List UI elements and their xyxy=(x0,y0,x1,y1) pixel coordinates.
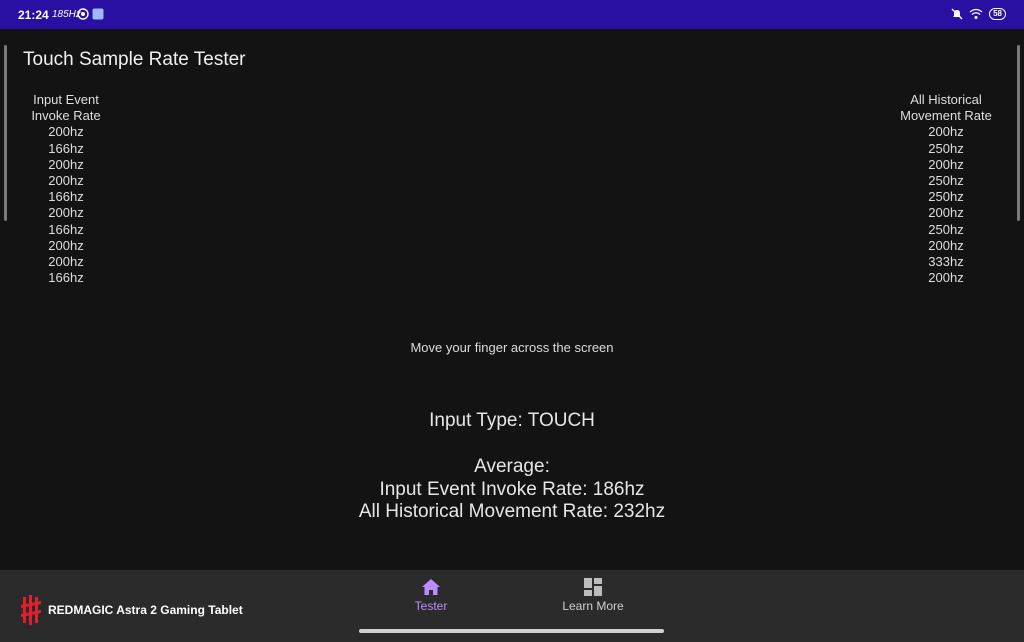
movement-rate-column: All Historical Movement Rate 200hz 250hz… xyxy=(893,92,999,286)
home-icon xyxy=(422,579,440,595)
mute-icon xyxy=(951,8,963,20)
average-movement-rate: All Historical Movement Rate: 232hz xyxy=(358,501,666,522)
movement-rate-header-line2: Movement Rate xyxy=(900,108,992,124)
nav-learn-more[interactable]: Learn More xyxy=(533,578,653,613)
page-title: Touch Sample Rate Tester xyxy=(23,49,246,70)
left-scrollbar[interactable] xyxy=(4,45,7,221)
list-item: 200hz xyxy=(48,237,84,253)
gesture-home-bar[interactable] xyxy=(359,629,664,633)
redmagic-logo-icon xyxy=(21,595,41,625)
movement-rate-header-line1: All Historical xyxy=(910,92,982,107)
average-invoke-rate: Input Event Invoke Rate: 186hz xyxy=(379,479,645,500)
list-item: 200hz xyxy=(48,173,84,189)
status-bar: 21:24 185Hz 58 xyxy=(0,0,1024,29)
list-item: 200hz xyxy=(48,124,84,140)
app-notification-icon xyxy=(92,8,104,20)
list-item: 250hz xyxy=(928,140,964,156)
input-type-label: Input Type: TOUCH xyxy=(429,410,595,431)
brand-watermark: REDMAGIC Astra 2 Gaming Tablet xyxy=(20,595,243,625)
list-item: 333hz xyxy=(928,254,964,270)
list-item: 200hz xyxy=(928,237,964,253)
average-heading: Average: xyxy=(474,456,550,477)
nav-learn-more-label: Learn More xyxy=(562,599,624,613)
status-time: 21:24 xyxy=(18,8,49,22)
invoke-rate-column: Input Event Invoke Rate 200hz 166hz 200h… xyxy=(18,92,114,286)
list-item: 200hz xyxy=(928,205,964,221)
list-item: 250hz xyxy=(928,221,964,237)
wifi-icon xyxy=(969,8,983,19)
list-item: 200hz xyxy=(48,205,84,221)
invoke-rate-header-line2: Invoke Rate xyxy=(31,108,101,124)
list-item: 166hz xyxy=(48,270,84,286)
list-item: 166hz xyxy=(48,189,84,205)
list-item: 200hz xyxy=(928,270,964,286)
list-item: 200hz xyxy=(928,156,964,172)
instruction-text: Move your finger across the screen xyxy=(410,340,614,355)
list-item: 200hz xyxy=(48,156,84,172)
right-scrollbar[interactable] xyxy=(1017,45,1020,221)
nav-tester-label: Tester xyxy=(414,599,448,613)
list-item: 200hz xyxy=(48,254,84,270)
brand-text: REDMAGIC Astra 2 Gaming Tablet xyxy=(48,603,243,617)
list-item: 166hz xyxy=(48,140,84,156)
tester-screen[interactable]: Touch Sample Rate Tester Input Event Inv… xyxy=(0,29,1024,570)
notification-icon xyxy=(77,8,89,20)
list-item: 200hz xyxy=(928,124,964,140)
invoke-rate-header-line1: Input Event xyxy=(33,92,99,107)
list-item: 166hz xyxy=(48,221,84,237)
dashboard-icon xyxy=(584,578,602,596)
list-item: 250hz xyxy=(928,173,964,189)
list-item: 250hz xyxy=(928,189,964,205)
battery-level: 58 xyxy=(989,8,1006,20)
nav-tester[interactable]: Tester xyxy=(371,578,491,613)
